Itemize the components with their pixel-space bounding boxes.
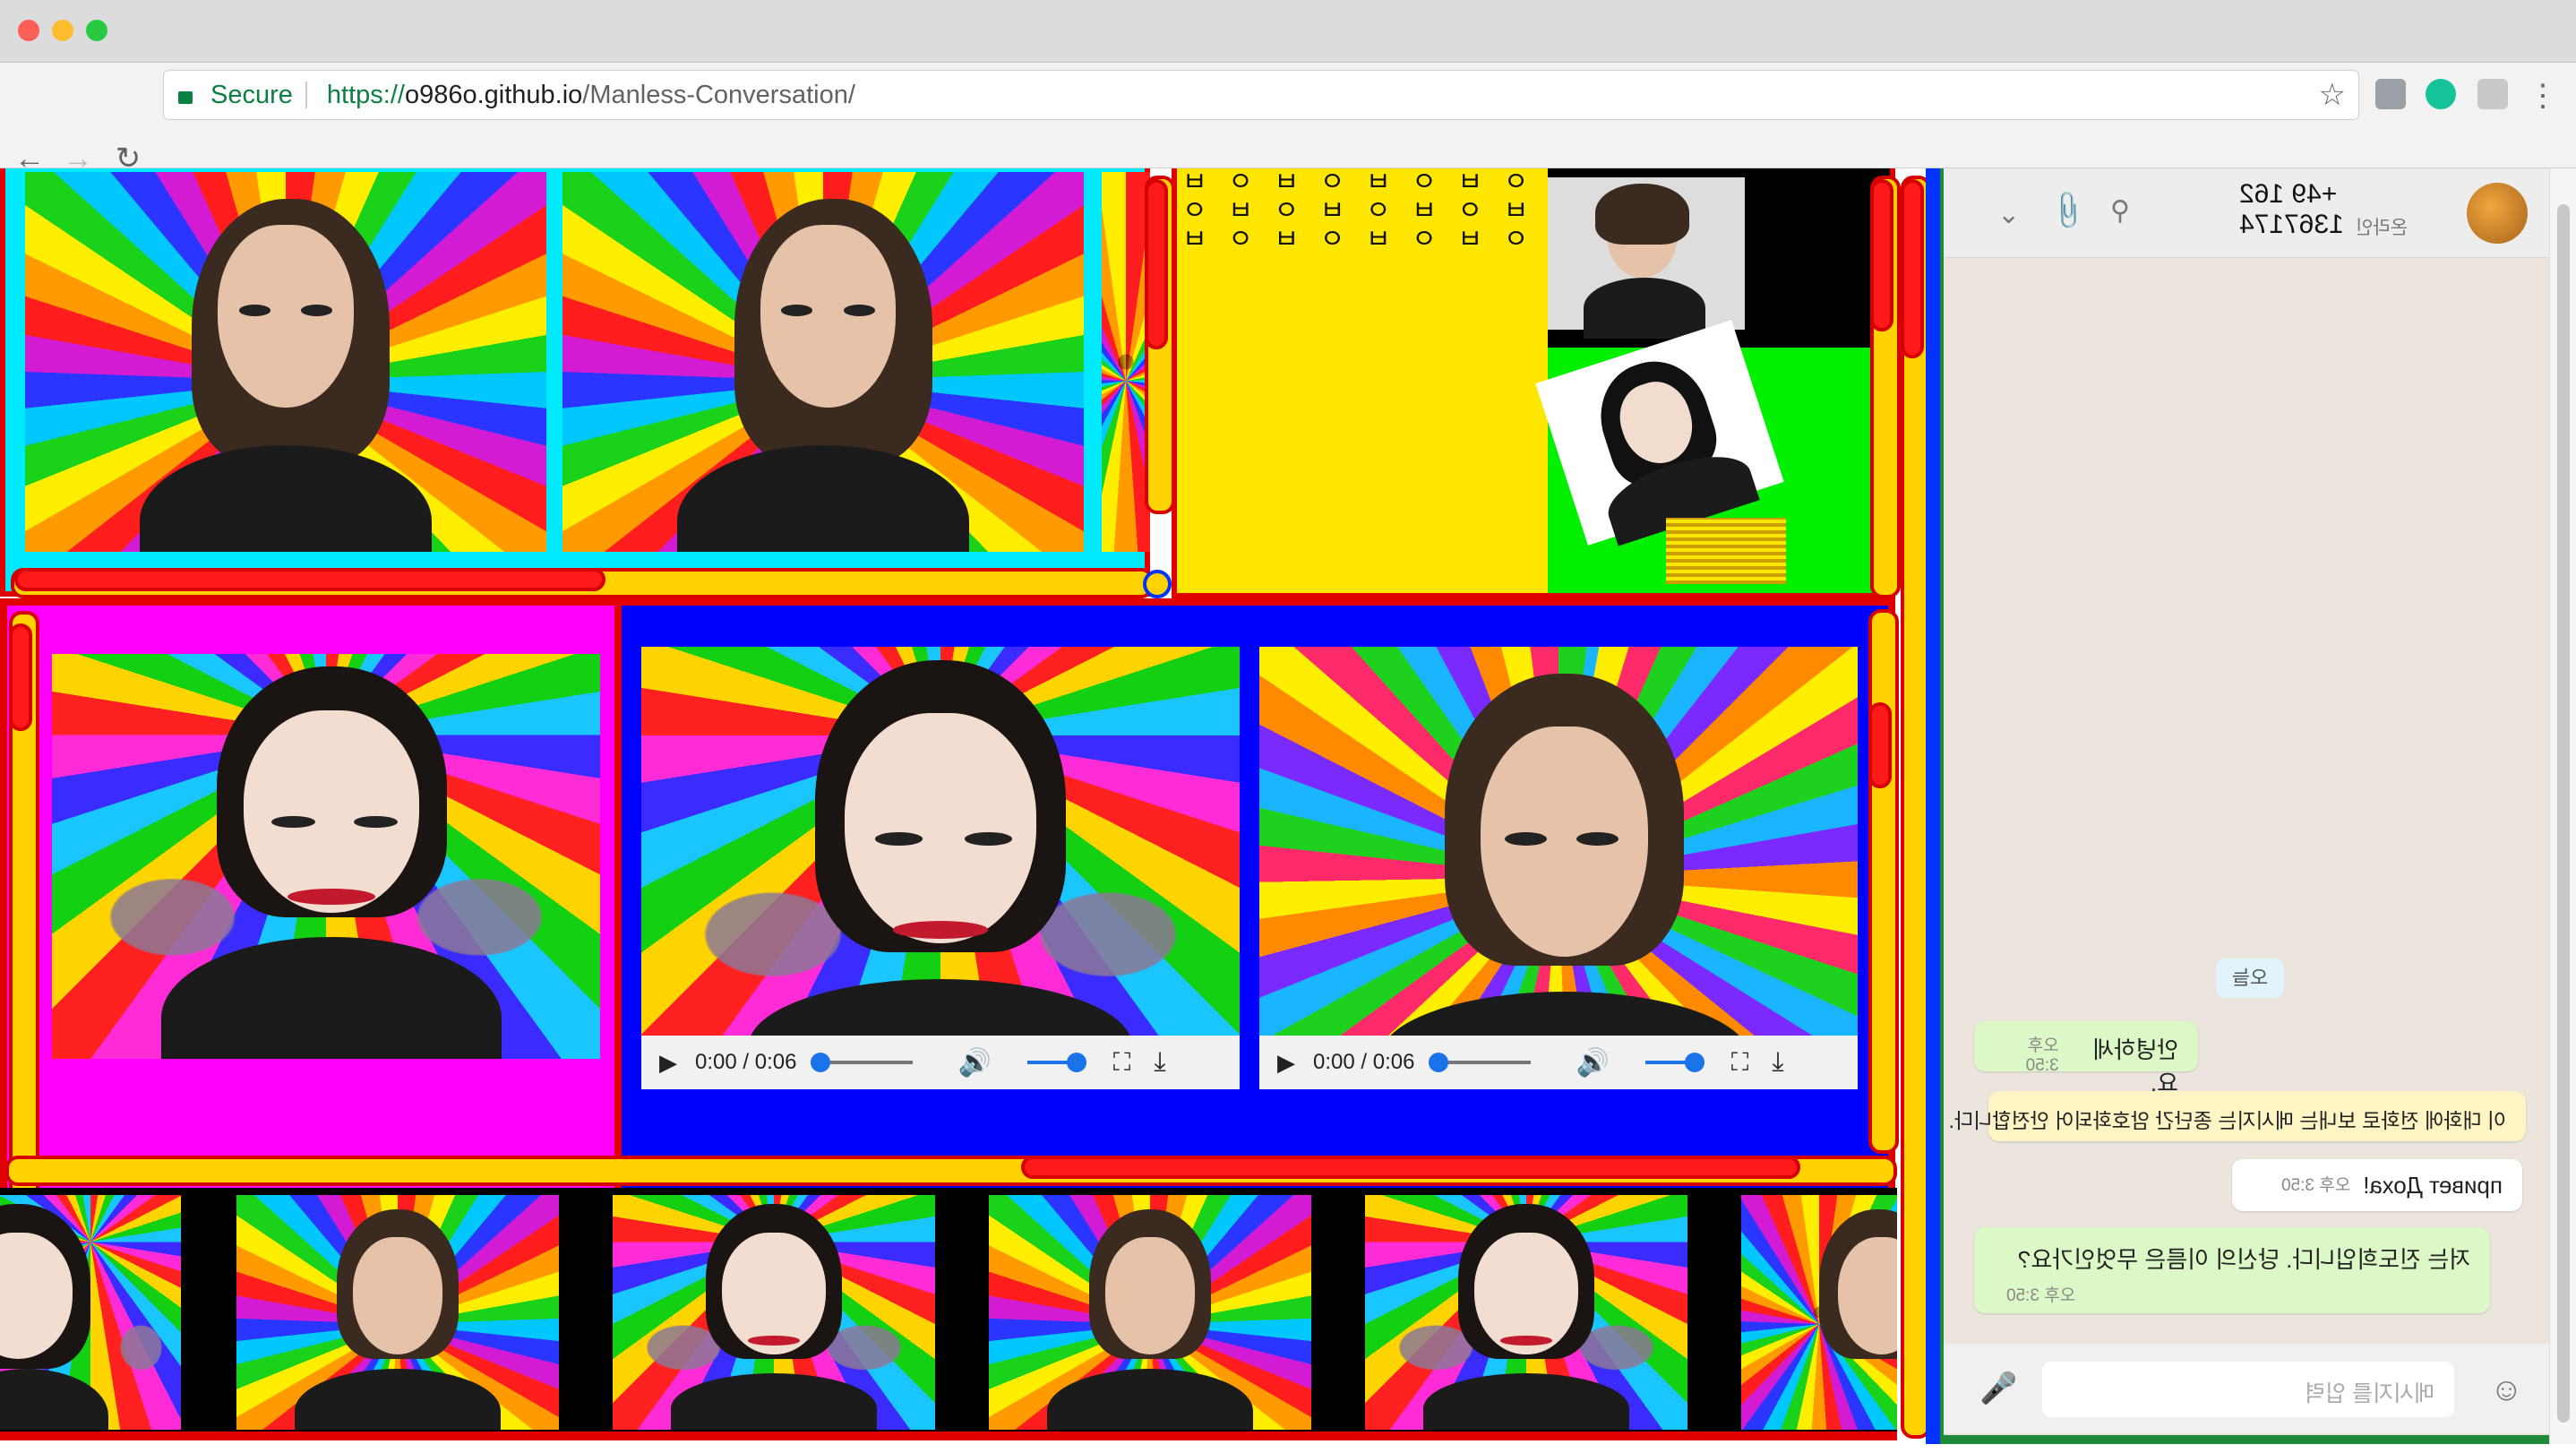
emoji-icon[interactable]: ☺: [2490, 1371, 2523, 1408]
portrait-video-1[interactable]: [25, 172, 546, 552]
filmstrip-frame-4[interactable]: [989, 1195, 1311, 1430]
collage-photo-woman: [1548, 177, 1745, 340]
horizontal-scrollbar-main[interactable]: [5, 1156, 1897, 1186]
filmstrip-frame-2[interactable]: [236, 1195, 559, 1430]
message-input-placeholder: 메시지를 입력: [2305, 1381, 2434, 1406]
message-bubble-1[interactable]: 안녕하세요. 오후 3:50: [1974, 1021, 2198, 1096]
seek-bar-2[interactable]: [1429, 1053, 1532, 1072]
avatar[interactable]: [2467, 183, 2528, 244]
vertical-scrollbar-blue[interactable]: [1868, 609, 1899, 1154]
download-icon[interactable]: ⤓: [1154, 1047, 1165, 1078]
encryption-notice: 이 대화에 전화로 보내는 메시지는 종단간 암호화되어 안전합니다.: [1948, 1091, 2526, 1141]
download-icon[interactable]: ⤓: [1772, 1047, 1783, 1078]
chat-header: ⌄ 📎 ⚲ +49 162 1367174 온라인: [1944, 168, 2549, 258]
video-controls-2: ▶ 0:00 / 0:06 🔊 ⛶ ⤓: [1259, 1036, 1858, 1089]
portrait-video-4[interactable]: [52, 654, 600, 1059]
video-time-1: 0:00 / 0:06: [695, 1050, 797, 1074]
close-window-button[interactable]: [18, 20, 39, 41]
scrollbar-thumb[interactable]: [9, 623, 32, 731]
frame-glyph-collage: ㅂ ㅇ ㅂ ㅇ ㅂ ㅇ ㅂ ㅇ ㅂ ㅇ ㅂ ㅇ ㅂ ㅇ ㅂ ㅇ ㅂ ㅇ ㅂ ㅇ …: [1172, 168, 1895, 598]
filmstrip-frame-3[interactable]: [613, 1195, 935, 1430]
collage-stripes: [1666, 518, 1786, 584]
url-text: https://o986o.github.io/Manless-Conversa…: [327, 81, 855, 110]
fullscreen-icon[interactable]: ⛶: [1113, 1048, 1131, 1078]
portrait-video-3-partial[interactable]: [1102, 172, 1150, 552]
message-text-2: привет Доха!: [2363, 1172, 2503, 1199]
page-scrollbar-thumb[interactable]: [2557, 204, 2570, 1423]
page-scrollbar[interactable]: [2549, 168, 2576, 1444]
minimize-window-button[interactable]: [52, 20, 73, 41]
blue-divider: [1926, 168, 1940, 1444]
collage-photo-rotated: [1535, 320, 1784, 546]
video-player-1[interactable]: ▶ 0:00 / 0:06 🔊 ⛶ ⤓: [641, 647, 1240, 1089]
glyph-column: ㅂ ㅇ ㅂ ㅇ ㅂ ㅇ ㅂ ㅇ ㅂ ㅇ ㅂ ㅇ ㅂ ㅇ ㅂ ㅇ ㅂ ㅇ ㅂ ㅇ …: [1182, 168, 1529, 255]
vertical-scrollbar-top-right[interactable]: [1870, 176, 1901, 598]
message-time-1: 오후 3:50: [2025, 1036, 2059, 1075]
scroll-corner: [1143, 570, 1172, 598]
chat-input-bar: 🎤 메시지를 입력 ☺: [1944, 1344, 2549, 1433]
menu-icon[interactable]: ⋮: [2520, 73, 2565, 118]
frame-cyan-top-left: [0, 168, 1154, 598]
camera-extension-icon[interactable]: [2477, 79, 2508, 109]
glyph-pattern: ㅂ ㅇ ㅂ ㅇ ㅂ ㅇ ㅂ ㅇ ㅂ ㅇ ㅂ ㅇ ㅂ ㅇ ㅂ ㅇ ㅂ ㅇ ㅂ ㅇ …: [1182, 168, 1544, 589]
video-controls-1: ▶ 0:00 / 0:06 🔊 ⛶ ⤓: [641, 1036, 1240, 1089]
chevron-down-icon[interactable]: ⌄: [1997, 199, 2020, 230]
filmstrip-frame-6-partial[interactable]: [1741, 1195, 1897, 1430]
filmstrip-frame-5[interactable]: [1365, 1195, 1687, 1430]
divider: [305, 82, 307, 108]
scrollbar-thumb[interactable]: [14, 568, 605, 591]
bookmark-star-icon[interactable]: ☆: [2319, 77, 2346, 113]
portrait-video-2[interactable]: [562, 172, 1084, 552]
encryption-text: 이 대화에 전화로 보내는 메시지는 종단간 암호화되어 안전합니다.: [1948, 1109, 2506, 1132]
message-time-2: 오후 3:50: [2281, 1176, 2351, 1195]
play-icon[interactable]: ▶: [659, 1049, 677, 1077]
message-bubble-3[interactable]: 저는 진도희입니다. 당신의 이름은 무엇인가요? 오후 3:50: [1974, 1227, 2490, 1313]
scrollbar-thumb[interactable]: [1868, 702, 1892, 788]
volume-icon[interactable]: 🔊: [957, 1047, 991, 1079]
page-canvas: ㅂ ㅇ ㅂ ㅇ ㅂ ㅇ ㅂ ㅇ ㅂ ㅇ ㅂ ㅇ ㅂ ㅇ ㅂ ㅇ ㅂ ㅇ ㅂ ㅇ …: [0, 168, 2576, 1453]
address-bar[interactable]: Secure https://o986o.github.io/Manless-C…: [163, 70, 2359, 120]
extension-icon[interactable]: [2375, 79, 2406, 109]
message-text-1: 안녕하세요.: [2092, 1036, 2178, 1096]
microphone-icon[interactable]: 🎤: [1979, 1371, 2017, 1406]
scrollbar-thumb[interactable]: [1901, 179, 1924, 358]
scrollbar-thumb[interactable]: [1145, 179, 1168, 349]
video-time-2: 0:00 / 0:06: [1313, 1050, 1415, 1074]
chat-panel: ⌄ 📎 ⚲ +49 162 1367174 온라인 오늘 안녕하세요. 오후 3…: [1940, 168, 2549, 1444]
message-text-3: 저는 진도희입니다. 당신의 이름은 무엇인가요?: [2017, 1246, 2470, 1273]
grammarly-icon[interactable]: [2426, 79, 2456, 109]
attach-icon[interactable]: 📎: [2045, 188, 2091, 234]
filmstrip-frame-1[interactable]: [0, 1195, 181, 1430]
date-chip: 오늘: [2216, 959, 2284, 998]
message-time-3: 오후 3:50: [2006, 1286, 2076, 1305]
lock-icon: [178, 91, 193, 104]
contact-status: 온라인: [2356, 218, 2408, 238]
url-scheme: https://: [326, 80, 405, 109]
volume-icon[interactable]: 🔊: [1576, 1047, 1609, 1079]
url-host: o986o.github.io: [404, 80, 583, 109]
message-bubble-2[interactable]: привет Доха! 오후 3:50: [2232, 1159, 2522, 1211]
scrollbar-thumb[interactable]: [1870, 179, 1893, 331]
horizontal-scrollbar-top-left[interactable]: [11, 568, 1154, 598]
maximize-window-button[interactable]: [86, 20, 107, 41]
video-player-2[interactable]: ▶ 0:00 / 0:06 🔊 ⛶ ⤓: [1259, 647, 1858, 1089]
seek-bar-1[interactable]: [811, 1053, 914, 1072]
volume-slider-2[interactable]: [1644, 1053, 1704, 1072]
scrollbar-thumb[interactable]: [1021, 1156, 1800, 1179]
search-icon[interactable]: ⚲: [2110, 195, 2130, 227]
vertical-scrollbar-top-left[interactable]: [1145, 176, 1175, 514]
message-input[interactable]: 메시지를 입력: [2042, 1362, 2454, 1417]
volume-slider-1[interactable]: [1026, 1053, 1086, 1072]
window-titlebar: [0, 0, 2576, 63]
collage-green: [1535, 168, 1890, 593]
fullscreen-icon[interactable]: ⛶: [1731, 1048, 1749, 1078]
play-icon[interactable]: ▶: [1277, 1049, 1295, 1077]
url-path: /Manless-Conversation/: [582, 80, 855, 109]
filmstrip: [0, 1188, 1897, 1440]
secure-label: Secure: [210, 80, 293, 109]
